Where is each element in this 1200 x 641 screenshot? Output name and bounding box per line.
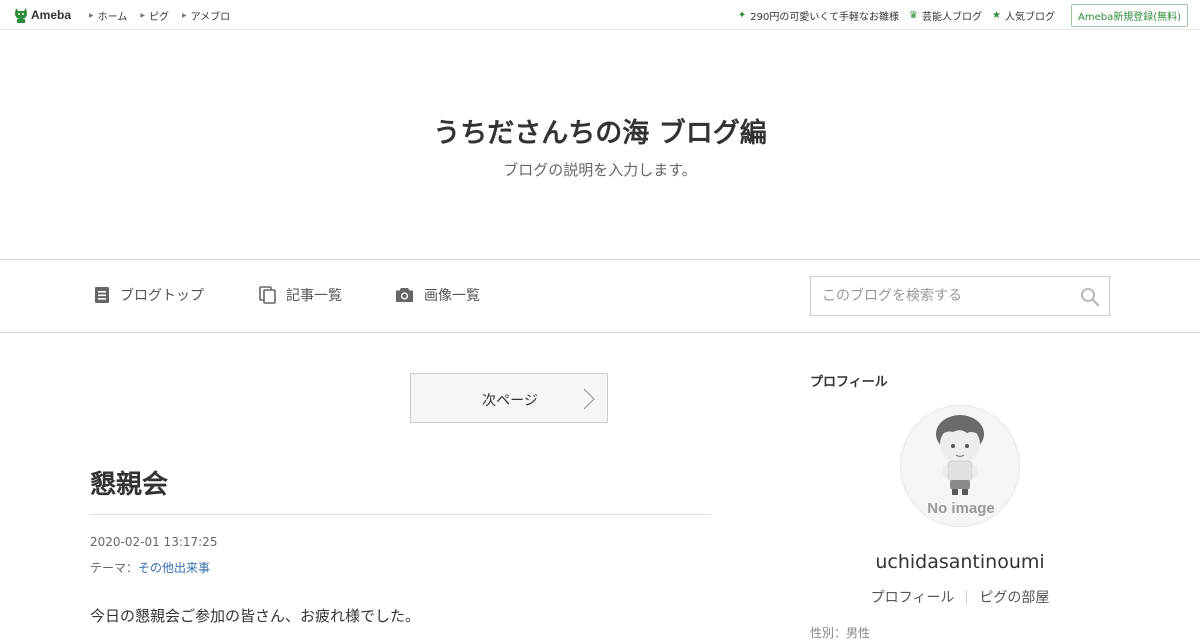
blog-description: ブログの説明を入力します。 bbox=[503, 161, 697, 179]
blog-navbar: ブログトップ 記事一覧 画像一覧 bbox=[0, 259, 1200, 333]
global-nav: ▶ ホーム ▶ ピグ ▶ アメブロ bbox=[89, 0, 243, 30]
nav-entry-list[interactable]: 記事一覧 bbox=[259, 285, 342, 305]
caret-right-icon: ▶ bbox=[89, 11, 94, 19]
global-nav-label: アメブロ bbox=[190, 11, 231, 23]
signup-button[interactable]: Ameba新規登録(無料) bbox=[1070, 3, 1188, 27]
nav-image-list-label: 画像一覧 bbox=[424, 288, 480, 304]
search-icon[interactable] bbox=[1080, 287, 1100, 307]
link-separator bbox=[966, 590, 968, 604]
promo-link-label: 290円の可愛いくて手軽なお雛様 bbox=[750, 11, 900, 23]
global-nav-ameblo[interactable]: ▶ アメブロ bbox=[182, 8, 230, 23]
global-nav-pigg[interactable]: ▶ ピグ bbox=[140, 8, 169, 23]
logo-text: Ameba bbox=[31, 8, 72, 22]
ameba-mascot-icon bbox=[15, 7, 27, 23]
global-header: Ameba ▶ ホーム ▶ ピグ ▶ アメブロ ✦ 290円の可愛いくて手軽なお… bbox=[0, 0, 1200, 30]
caret-right-icon: ▶ bbox=[140, 11, 145, 19]
entry-theme-link[interactable]: その他出来事 bbox=[138, 561, 210, 575]
nav-blog-top-label: ブログトップ bbox=[120, 288, 204, 304]
global-nav-home[interactable]: ▶ ホーム bbox=[89, 8, 127, 23]
pigg-room-link[interactable]: ピグの部屋 bbox=[979, 587, 1049, 607]
next-page-label: 次ページ bbox=[482, 393, 538, 409]
global-nav-label: ホーム bbox=[97, 11, 128, 23]
entry-theme-prefix: テーマ： bbox=[90, 561, 139, 575]
nav-blog-top[interactable]: ブログトップ bbox=[94, 285, 204, 305]
profile-heading: プロフィール bbox=[810, 375, 888, 390]
blog-title[interactable]: うちださんちの海 ブログ編 bbox=[0, 111, 1200, 150]
ameba-logo[interactable]: Ameba bbox=[14, 6, 71, 24]
profile-username[interactable]: uchidasantinoumi bbox=[810, 551, 1110, 573]
popular-blog-link[interactable]: ★ 人気ブログ bbox=[992, 8, 1055, 23]
no-image-label: No image bbox=[927, 500, 995, 517]
promo-link[interactable]: ✦ 290円の可愛いくて手軽なお雛様 bbox=[738, 8, 899, 23]
profile-link[interactable]: プロフィール bbox=[871, 587, 955, 607]
profile-links: プロフィール ピグの部屋 bbox=[810, 587, 1110, 607]
next-page-button[interactable]: 次ページ bbox=[410, 373, 608, 423]
blog-header: うちださんちの海 ブログ編 ブログの説明を入力します。 bbox=[0, 31, 1200, 259]
star-icon: ★ bbox=[992, 9, 1001, 21]
global-header-links: ✦ 290円の可愛いくて手軽なお雛様 ♛ 芸能人ブログ ★ 人気ブログ Ameb… bbox=[728, 0, 1188, 30]
popular-blog-label: 人気ブログ bbox=[1004, 11, 1055, 23]
blog-search-input[interactable] bbox=[811, 277, 1071, 315]
blog-search bbox=[810, 276, 1110, 316]
caret-right-icon: ▶ bbox=[181, 11, 187, 19]
entry-title[interactable]: 懇親会 bbox=[90, 464, 168, 501]
crown-icon: ♛ bbox=[909, 9, 919, 21]
copy-list-icon bbox=[259, 286, 276, 304]
entry-divider bbox=[90, 514, 711, 515]
chevron-right-icon bbox=[583, 388, 595, 410]
camera-icon bbox=[396, 288, 413, 302]
nav-image-list[interactable]: 画像一覧 bbox=[395, 285, 480, 305]
avatar[interactable]: No image bbox=[900, 405, 1020, 527]
sparkle-icon: ✦ bbox=[737, 9, 747, 21]
entry-datetime: 2020-02-01 13:17:25 bbox=[90, 535, 218, 549]
celebrity-blog-link[interactable]: ♛ 芸能人ブログ bbox=[909, 8, 982, 23]
global-nav-label: ピグ bbox=[148, 11, 169, 23]
document-icon bbox=[95, 287, 109, 303]
entry-body-text: 今日の懇親会ご参加の皆さん、お疲れ様でした。 bbox=[90, 607, 421, 625]
celebrity-blog-label: 芸能人ブログ bbox=[922, 11, 983, 23]
profile-gender: 性別：男性 bbox=[810, 626, 871, 640]
entry-theme: テーマ：その他出来事 bbox=[90, 559, 210, 576]
nav-entry-list-label: 記事一覧 bbox=[286, 288, 342, 304]
